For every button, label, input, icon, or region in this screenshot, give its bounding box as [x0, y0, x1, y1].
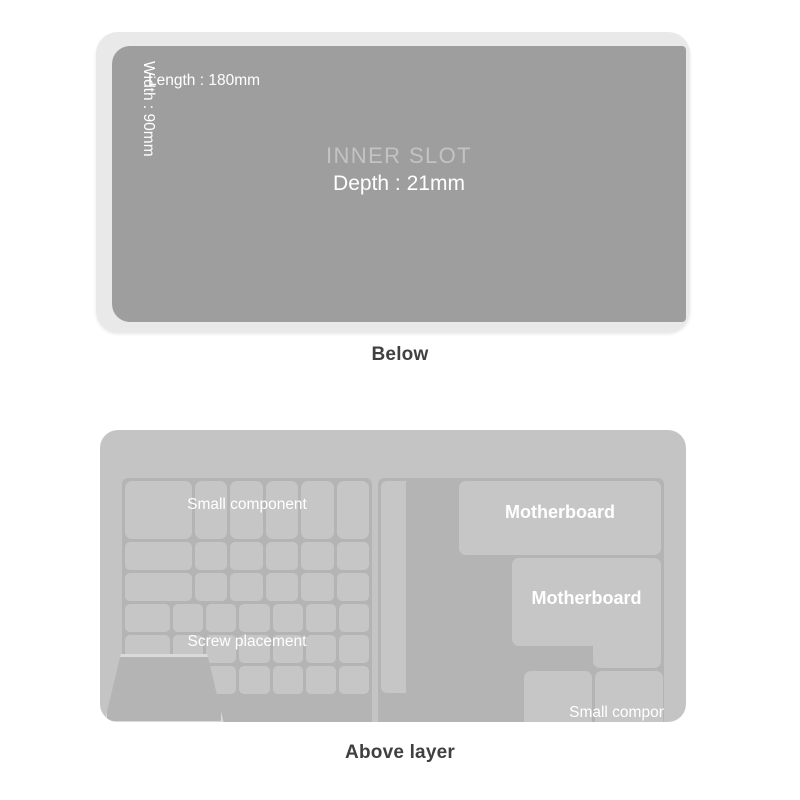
grid-cell	[301, 573, 334, 601]
grid-cell	[239, 604, 270, 632]
grid-cell	[125, 573, 192, 601]
grid-cell	[336, 542, 370, 570]
grid-cell	[301, 481, 334, 539]
below-layer-panel: Length : 180mm Width : 90mm INNER SLOT D…	[96, 32, 690, 332]
label-motherboard-lower: Motherboard	[531, 588, 642, 608]
grid-cell	[336, 481, 370, 539]
right-component-zone: Motherboard Motherboard Small component	[406, 478, 664, 722]
grid-cell	[265, 542, 299, 570]
depth-dimension-label: Depth : 21mm	[333, 171, 465, 195]
grid-cell	[305, 635, 336, 663]
label-motherboard-upper: Motherboard	[505, 502, 615, 522]
grid-row	[125, 573, 370, 601]
grid-cell	[338, 666, 370, 694]
grid-cell	[336, 573, 370, 601]
grid-cell	[272, 666, 303, 694]
diagram-stage: Length : 180mm Width : 90mm INNER SLOT D…	[0, 0, 800, 800]
inner-slot-title: INNER SLOT	[325, 143, 473, 168]
grid-cell	[194, 573, 228, 601]
length-dimension-label: Length : 180mm	[148, 72, 261, 89]
grid-cell	[230, 542, 263, 570]
grid-cell	[173, 604, 204, 632]
grid-cell	[125, 604, 171, 632]
grid-cell	[206, 635, 237, 663]
grid-cell	[338, 604, 370, 632]
grid-cell	[301, 542, 334, 570]
grid-cell	[272, 604, 303, 632]
grid-cell	[305, 604, 336, 632]
above-layer-panel: Small component Screw placement Motherbo…	[100, 430, 686, 722]
grid-cell	[194, 481, 228, 539]
grid-cell	[265, 573, 299, 601]
inner-slot-text-group: INNER SLOT Depth : 21mm	[112, 142, 686, 198]
grid-cell	[230, 573, 263, 601]
grid-cell	[125, 542, 192, 570]
trapezoid-cutout-shape	[104, 654, 224, 722]
grid-row	[125, 542, 370, 570]
caption-above-layer: Above layer	[345, 742, 455, 763]
grid-cell	[338, 635, 370, 663]
grid-cell	[265, 481, 299, 539]
grid-cell	[305, 666, 336, 694]
inner-slot-region: Length : 180mm Width : 90mm INNER SLOT D…	[112, 46, 686, 322]
grid-cell	[239, 666, 270, 694]
label-small-component-right: Small component	[569, 704, 664, 721]
grid-cell	[206, 604, 237, 632]
motherboard-side-cell	[593, 606, 661, 668]
grid-cell	[125, 481, 192, 539]
grid-cell	[230, 481, 263, 539]
grid-row-small-component	[125, 481, 370, 539]
caption-below-layer: Below	[371, 344, 429, 365]
grid-cell	[272, 635, 303, 663]
grid-row	[125, 604, 370, 632]
grid-cell	[194, 542, 228, 570]
grid-cell	[239, 635, 270, 663]
